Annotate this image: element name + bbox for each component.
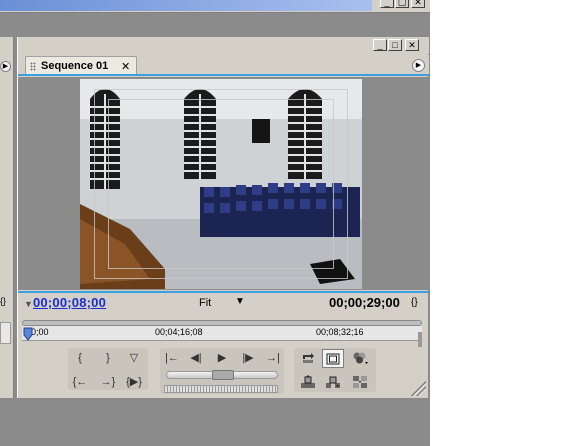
- go-to-in-button[interactable]: {←: [69, 373, 91, 392]
- title-bar-gradient: [0, 0, 372, 11]
- zoom-select[interactable]: Fit: [199, 297, 211, 309]
- video-frame: [80, 79, 362, 289]
- workspace-bottom: [0, 400, 430, 446]
- panel-header: _ □ ✕: [18, 37, 429, 54]
- tab-row: Sequence 01 ✕ ▶: [18, 55, 429, 75]
- lift-icon: [301, 375, 315, 388]
- output-button[interactable]: [349, 349, 371, 368]
- tab-close-icon[interactable]: ✕: [121, 60, 130, 73]
- left-panel-menu-button[interactable]: ▶: [0, 61, 11, 72]
- safe-margins-button[interactable]: [322, 349, 344, 368]
- minimize-icon: _: [377, 40, 383, 50]
- workspace: _ ▢ ✕ ▶ {} _ □ ✕ Sequence 01 ✕ ▶ ▼ 00;00…: [0, 0, 430, 446]
- output-icon: [353, 352, 368, 364]
- time-row: ▼ 00;00;08;00 Fit ▼ 00;00;29;00 {}: [18, 294, 429, 314]
- drag-handle-icon[interactable]: {}: [411, 297, 418, 308]
- chevron-down-icon[interactable]: ▼: [235, 296, 245, 307]
- minimize-window-button[interactable]: _: [380, 0, 394, 8]
- trim-button[interactable]: [349, 373, 371, 392]
- close-window-button[interactable]: ✕: [411, 0, 425, 8]
- minimize-icon: _: [384, 0, 390, 7]
- ruler-track[interactable]: 00;00 00;04;16;08 00;08;32;16: [22, 326, 422, 347]
- panel-menu-button[interactable]: ▶: [412, 59, 425, 72]
- restore-icon: ▢: [397, 0, 407, 7]
- title-safe-margin: [108, 99, 334, 269]
- shuttle-control[interactable]: [164, 385, 278, 393]
- program-monitor-panel: _ □ ✕ Sequence 01 ✕ ▶ ▼ 00;00;08;00 Fit …: [17, 37, 429, 398]
- current-time-display[interactable]: 00;00;08;00: [33, 295, 106, 310]
- resize-grip-icon[interactable]: [411, 381, 426, 396]
- viewer-accent-line: [18, 291, 429, 293]
- loop-icon: [303, 353, 314, 363]
- close-icon: ✕: [408, 40, 416, 50]
- maximize-icon: □: [392, 40, 398, 50]
- tab-label: Sequence 01: [41, 60, 109, 72]
- loop-button[interactable]: [297, 349, 319, 368]
- video-viewer[interactable]: [18, 77, 429, 290]
- restore-window-button[interactable]: ▢: [395, 0, 409, 8]
- mark-out-button[interactable]: }: [97, 349, 119, 368]
- left-panel-field[interactable]: [0, 322, 11, 344]
- set-marker-button[interactable]: ▽: [123, 349, 145, 368]
- playhead-icon[interactable]: [23, 327, 33, 343]
- step-back-button[interactable]: ◀|: [185, 349, 207, 368]
- play-in-to-out-button[interactable]: {▶}: [123, 373, 145, 392]
- panel-gap: [0, 14, 430, 36]
- left-panel: ▶ {}: [0, 37, 14, 398]
- panel-accent-line: [18, 74, 429, 76]
- extract-button[interactable]: [322, 373, 344, 392]
- lift-button[interactable]: [297, 373, 319, 392]
- tab-grip-icon[interactable]: [30, 62, 36, 71]
- ruler-tick-label: 00;08;32;16: [316, 327, 364, 337]
- panel-close-button[interactable]: ✕: [405, 39, 419, 51]
- chevron-right-icon: ▶: [415, 62, 422, 69]
- mark-in-button[interactable]: {: [69, 349, 91, 368]
- tab-sequence-01[interactable]: Sequence 01 ✕: [25, 56, 137, 75]
- app-title-bar: _ ▢ ✕: [0, 0, 430, 13]
- safe-margins-icon: [326, 353, 340, 365]
- left-panel-drag-icon[interactable]: {}: [0, 296, 6, 306]
- ruler-tick-label: 00;04;16;08: [155, 327, 203, 337]
- go-to-previous-edit-button[interactable]: |←: [161, 349, 183, 368]
- go-to-next-edit-button[interactable]: →|: [262, 349, 284, 368]
- play-button[interactable]: ▶: [211, 349, 233, 368]
- ruler-end-handle[interactable]: [418, 332, 422, 347]
- cti-marker-icon: ▼: [24, 299, 33, 309]
- jog-slider[interactable]: [166, 370, 278, 380]
- go-to-out-button[interactable]: →}: [97, 373, 119, 392]
- time-ruler[interactable]: 00;00 00;04;16;08 00;08;32;16: [22, 320, 422, 347]
- duration-display: 00;00;29;00: [329, 295, 400, 310]
- extract-icon: [326, 376, 340, 388]
- jog-thumb[interactable]: [212, 370, 234, 380]
- close-icon: ✕: [414, 0, 422, 7]
- step-forward-button[interactable]: |▶: [237, 349, 259, 368]
- panel-maximize-button[interactable]: □: [388, 39, 402, 51]
- panel-minimize-button[interactable]: _: [373, 39, 387, 51]
- trim-icon: [353, 376, 367, 388]
